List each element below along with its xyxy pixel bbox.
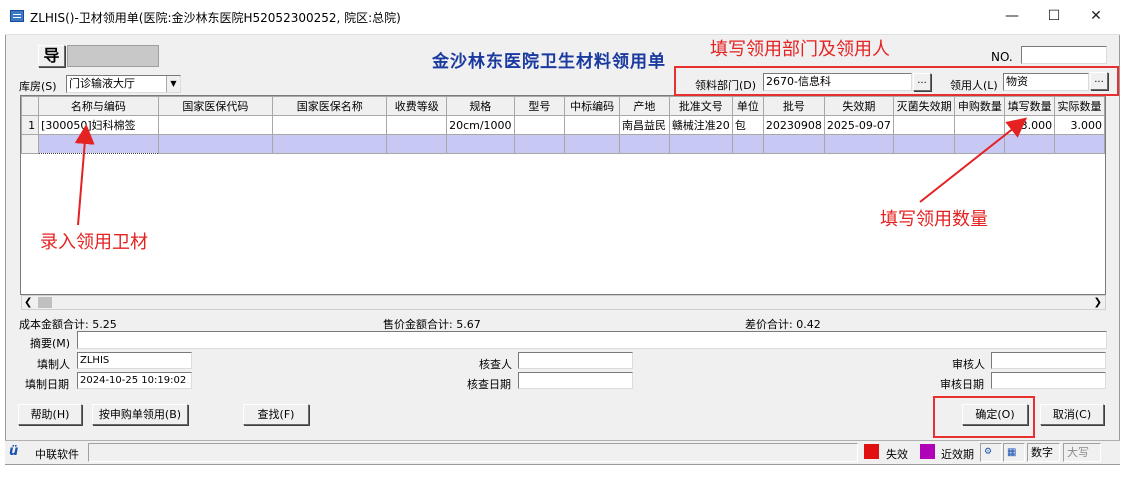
fill-qty-arrow <box>919 117 1028 203</box>
annotation-arrows <box>74 117 1028 226</box>
enter-item-arrow <box>74 124 95 226</box>
